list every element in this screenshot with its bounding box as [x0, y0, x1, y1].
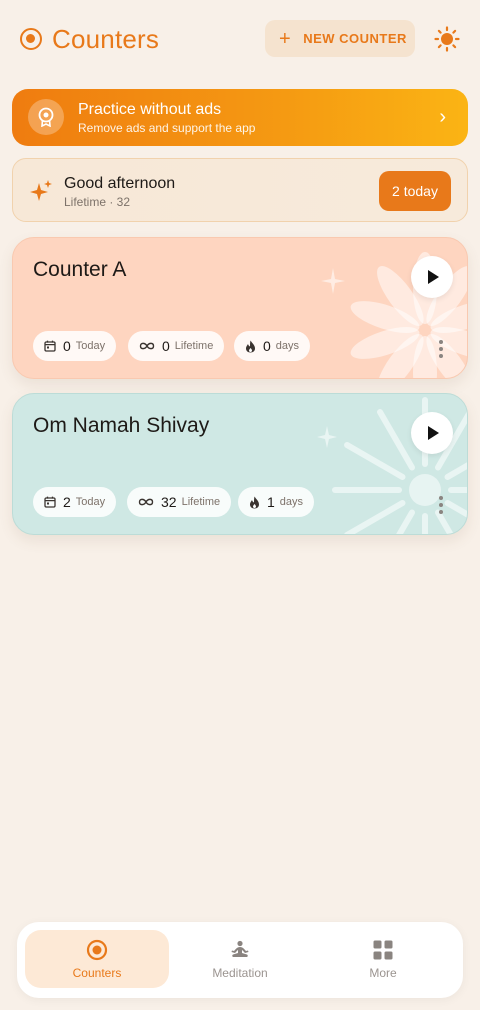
nav-label: Meditation [212, 966, 268, 980]
plus-icon: + [279, 27, 292, 50]
badge-icon [28, 99, 64, 135]
today-stat-chip: 2 Today [33, 487, 117, 517]
streak-value: 0 [263, 338, 271, 354]
play-button[interactable] [411, 412, 453, 454]
streak-stat-chip: 1 days [238, 487, 315, 517]
sparkle-icon [30, 180, 52, 201]
theme-toggle-sun-icon[interactable] [434, 26, 460, 52]
lifetime-label: Lifetime [174, 340, 214, 352]
more-options-icon[interactable] [439, 340, 443, 361]
today-value: 2 [63, 494, 71, 510]
grid-icon [373, 940, 393, 960]
streak-stat-chip: 0 days [234, 331, 311, 361]
streak-value: 1 [267, 494, 275, 510]
today-label: Today [75, 496, 106, 508]
page-title: Counters [52, 24, 160, 54]
play-button[interactable] [411, 256, 453, 298]
target-icon [86, 939, 108, 961]
streak-label: days [279, 496, 304, 508]
nav-label: More [369, 966, 397, 980]
nav-item-meditation[interactable]: Meditation [168, 930, 312, 988]
streak-label: days [275, 340, 300, 352]
meditation-icon [231, 940, 249, 957]
today-value: 0 [63, 338, 71, 354]
lifetime-value: 32 [161, 494, 177, 510]
infinity-icon [138, 498, 154, 506]
nav-item-more[interactable]: More [311, 930, 455, 988]
today-stat-chip: 0 Today [33, 331, 117, 361]
today-count-button[interactable]: 2 today [379, 171, 451, 211]
calendar-icon [44, 496, 56, 508]
chevron-right-icon: › [439, 106, 446, 128]
new-counter-button[interactable]: + NEW COUNTER [265, 20, 415, 57]
lifetime-stat-chip: 32 Lifetime [127, 487, 232, 517]
counter-name: Counter A [33, 258, 127, 281]
lifetime-summary: Lifetime · 32 [64, 195, 131, 209]
new-counter-label: NEW COUNTER [303, 31, 407, 46]
greeting-card: Good afternoon Lifetime · 32 2 today [12, 158, 468, 222]
banner-title: Practice without ads [78, 101, 222, 118]
lifetime-value: 0 [162, 338, 170, 354]
nav-item-counters[interactable]: Counters [25, 930, 169, 988]
flame-icon [246, 340, 255, 352]
today-label: Today [75, 340, 106, 352]
bottom-navigation: Counters Meditation More [17, 922, 463, 998]
counter-card[interactable]: Counter A 0 Today 0 Lifetime 0 days [12, 237, 468, 379]
infinity-icon [139, 342, 155, 350]
counter-name: Om Namah Shivay [33, 414, 210, 437]
app-header: Counters + NEW COUNTER [20, 18, 460, 60]
counter-card[interactable]: Om Namah Shivay 2 Today 32 Lifetime 1 da… [12, 393, 468, 535]
nav-label: Counters [72, 966, 122, 980]
flame-icon [250, 496, 259, 508]
greeting-title: Good afternoon [64, 175, 176, 192]
calendar-icon [44, 340, 56, 352]
banner-subtitle: Remove ads and support the app [78, 121, 256, 135]
remove-ads-banner[interactable]: Practice without ads Remove ads and supp… [12, 89, 468, 146]
lifetime-label: Lifetime [181, 496, 221, 508]
app-logo-icon [20, 28, 42, 50]
more-options-icon[interactable] [439, 496, 443, 517]
lifetime-stat-chip: 0 Lifetime [128, 331, 225, 361]
